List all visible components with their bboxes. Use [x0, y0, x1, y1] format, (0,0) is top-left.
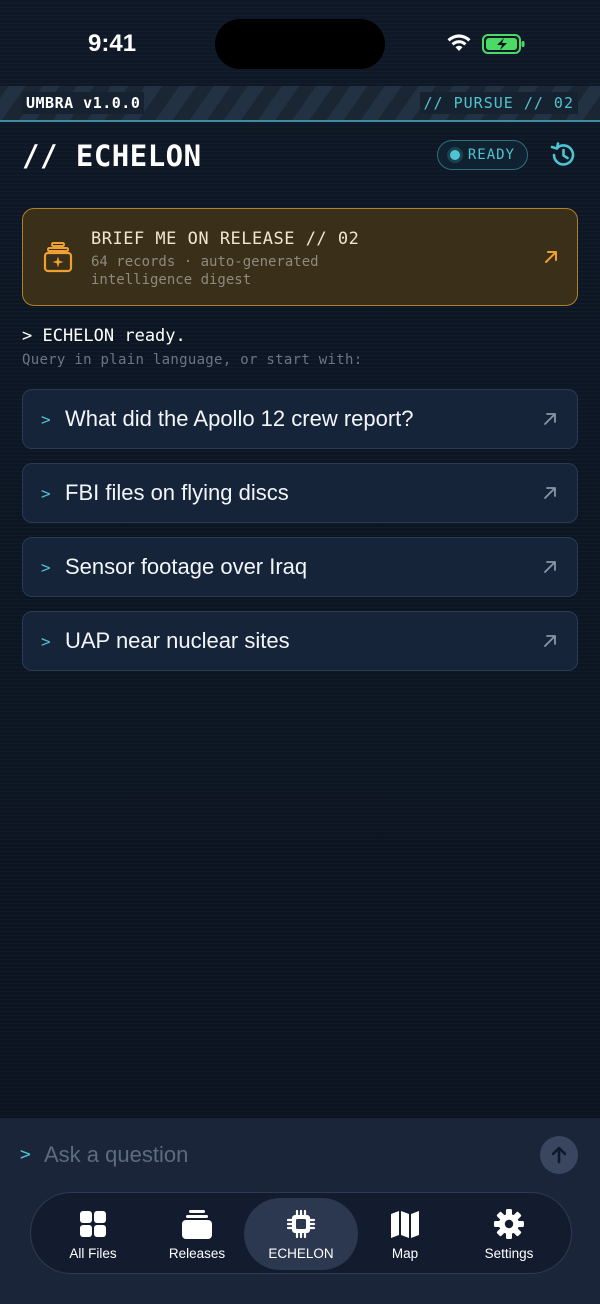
status-time: 9:41 [88, 30, 137, 57]
chevron-right-icon: > [41, 409, 51, 429]
ask-question-input[interactable] [44, 1136, 514, 1174]
send-button[interactable] [540, 1136, 578, 1174]
title-row: // ECHELON READY [22, 138, 578, 174]
status-badge: READY [436, 140, 528, 170]
suggestion-fbi-files[interactable]: > FBI files on flying discs [22, 463, 578, 523]
suggestion-label: FBI files on flying discs [65, 480, 289, 505]
tab-all-files[interactable]: All Files [41, 1193, 145, 1275]
status-dot [449, 150, 460, 160]
page-title: // ECHELON [22, 139, 202, 173]
suggestion-label: UAP near nuclear sites [65, 628, 290, 653]
brief-subtitle: 64 records · auto-generated intelligence… [91, 254, 319, 288]
suggestion-label: Sensor footage over Iraq [65, 554, 308, 579]
gear-icon [494, 1208, 524, 1239]
brief-title: BRIEF ME ON RELEASE // 02 [91, 229, 360, 249]
echelon-screen: 9:41 UMBRA v1.0.0 // PURSUE // 02 // ECH… [0, 0, 600, 1304]
arrow-up-right-icon [545, 251, 557, 263]
tab-label: Map [391, 1245, 419, 1261]
app-banner: UMBRA v1.0.0 // PURSUE // 02 [0, 86, 600, 122]
battery-icon [482, 34, 525, 54]
app-version: UMBRA v1.0.0 [22, 92, 145, 114]
tab-echelon[interactable]: ECHELON [244, 1198, 358, 1270]
grid-icon [80, 1210, 106, 1237]
prompt-chevron-icon: > [20, 1144, 31, 1165]
history-icon[interactable] [548, 140, 578, 170]
arrow-up-icon [551, 1146, 567, 1164]
tab-label: Settings [484, 1245, 534, 1261]
brief-release-card[interactable]: BRIEF ME ON RELEASE // 02 64 records · a… [22, 208, 578, 306]
suggestion-uap-nuclear[interactable]: > UAP near nuclear sites [22, 611, 578, 671]
archive-sparkle-icon [43, 242, 73, 273]
stack-icon [182, 1209, 212, 1239]
tab-label: All Files [69, 1245, 117, 1261]
status-bar: 9:41 [0, 0, 600, 86]
chevron-right-icon: > [41, 557, 51, 577]
tab-label: Releases [168, 1245, 226, 1261]
tab-map[interactable]: Map [353, 1193, 457, 1275]
wifi-icon [447, 34, 471, 51]
arrow-up-right-icon [544, 561, 556, 573]
arrow-up-right-icon [544, 635, 556, 647]
arrow-up-right-icon [544, 487, 556, 499]
map-icon [391, 1210, 419, 1238]
dynamic-island [215, 19, 385, 69]
tab-label: ECHELON [268, 1245, 334, 1261]
tab-bar: All Files Releases ECHELON Map Settings [30, 1192, 572, 1274]
chevron-right-icon: > [41, 631, 51, 651]
suggestion-label: What did the Apollo 12 crew report? [65, 406, 414, 431]
suggestion-sensor-footage[interactable]: > Sensor footage over Iraq [22, 537, 578, 597]
arrow-up-right-icon [544, 413, 556, 425]
console-hint: Query in plain language, or start with: [22, 352, 363, 368]
tab-settings[interactable]: Settings [457, 1193, 561, 1275]
tab-releases[interactable]: Releases [145, 1193, 249, 1275]
mission-tag: // PURSUE // 02 [419, 92, 578, 114]
console-ready-line: > ECHELON ready. [22, 326, 186, 346]
suggestion-apollo-12[interactable]: > What did the Apollo 12 crew report? [22, 389, 578, 449]
status-badge-label: READY [467, 147, 515, 163]
chevron-right-icon: > [41, 483, 51, 503]
chip-icon [286, 1209, 316, 1238]
